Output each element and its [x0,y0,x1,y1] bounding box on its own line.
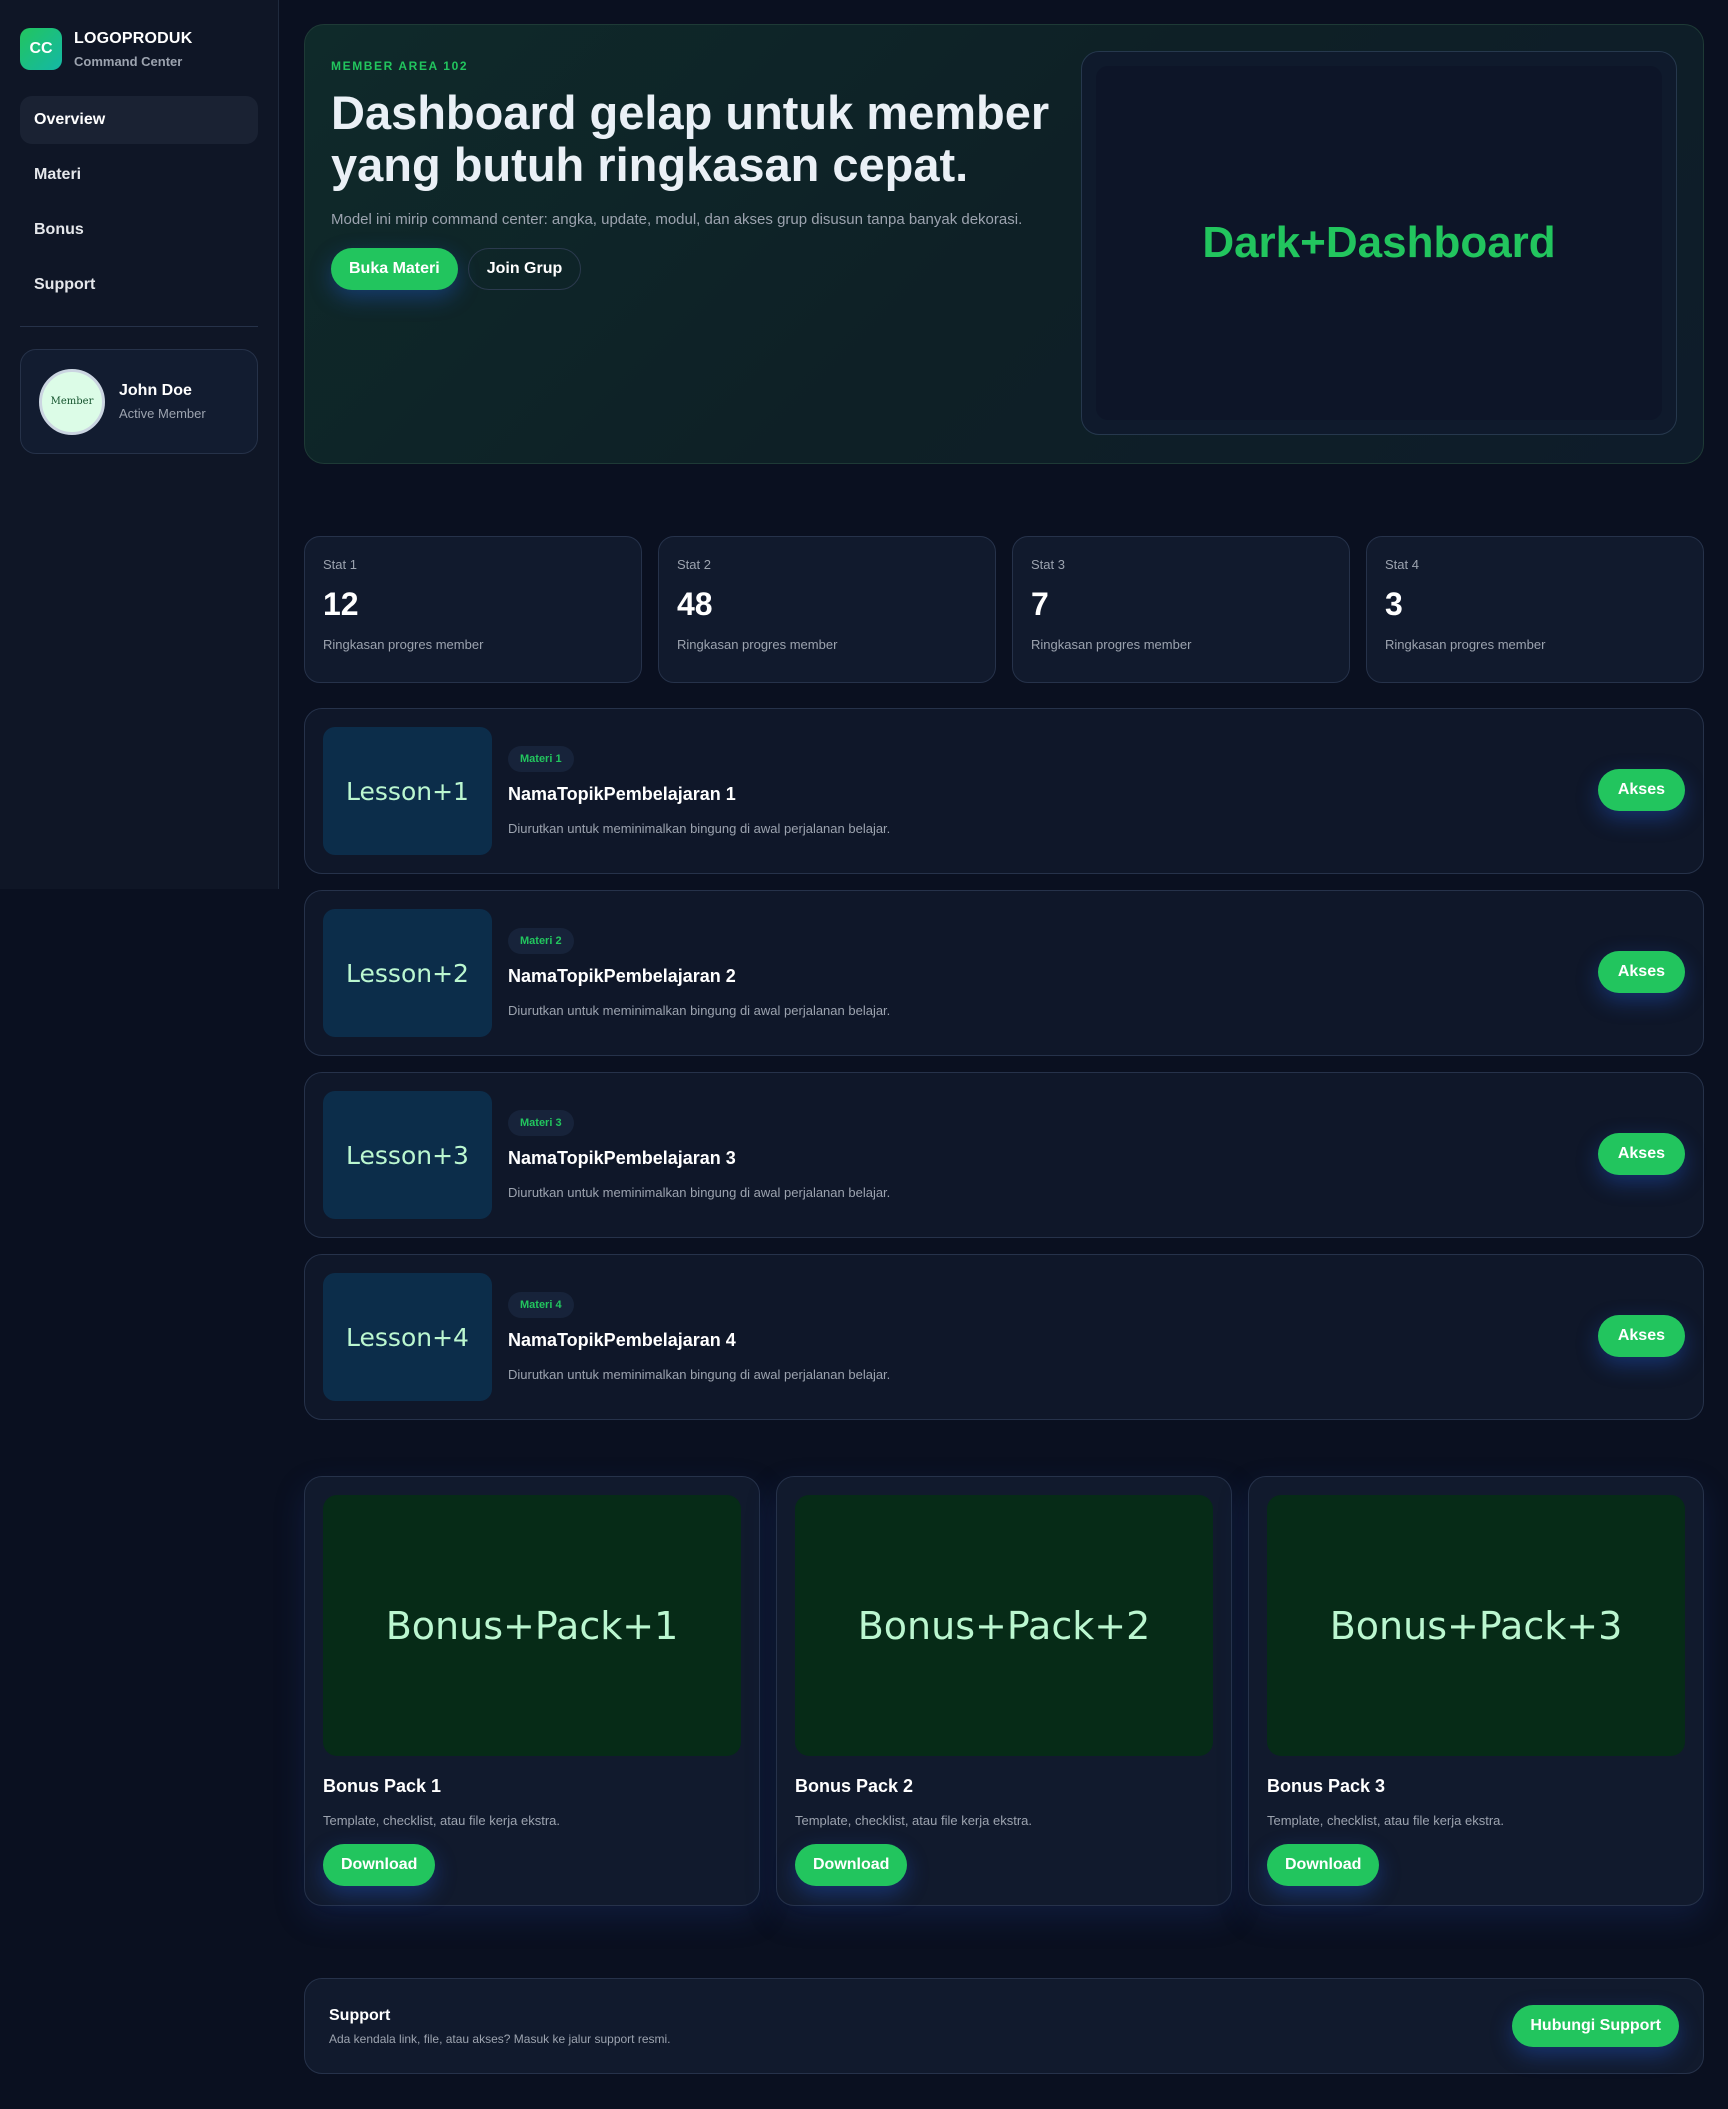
lesson-description: Diurutkan untuk meminimalkan bingung di … [508,1367,891,1382]
bonus-thumbnail: Bonus+Pack+1 [323,1495,741,1756]
open-materials-button[interactable]: Buka Materi [331,248,458,290]
stat-value: 48 [677,586,713,622]
bonus-card: Bonus+Pack+2 Bonus Pack 2 Template, chec… [776,1476,1232,1906]
profile-role: Active Member [119,406,206,421]
bonus-card: Bonus+Pack+1 Bonus Pack 1 Template, chec… [304,1476,760,1906]
bonus-title: Bonus Pack 3 [1267,1776,1386,1796]
lesson-title: NamaTopikPembelajaran 4 [508,1330,736,1350]
sidebar-divider [20,326,258,327]
lesson-card: Lesson+3 Materi 3 NamaTopikPembelajaran … [304,1072,1704,1238]
join-group-button[interactable]: Join Grup [467,248,582,290]
access-lesson-button[interactable]: Akses [1597,1133,1685,1175]
lesson-tag: Materi 2 [508,928,574,954]
page-title: Dashboard gelap untuk member yang butuh … [331,86,1050,191]
stat-value: 12 [323,586,359,622]
lessons-list: Lesson+1 Materi 1 NamaTopikPembelajaran … [304,708,1704,1420]
stat-card: Stat 3 7 Ringkasan progres member [1012,536,1350,683]
hero-section: MEMBER AREA 102 Dashboard gelap untuk me… [304,24,1704,464]
support-card: Support Ada kendala link, file, atau aks… [304,1978,1704,2074]
download-button[interactable]: Download [795,1844,908,1886]
bonus-title: Bonus Pack 2 [795,1776,914,1796]
bonus-description: Template, checklist, atau file kerja eks… [795,1813,1032,1828]
stats-row: Stat 1 12 Ringkasan progres member Stat … [304,536,1704,683]
sidebar-item-support[interactable]: Support [20,261,258,309]
brand[interactable]: CC LOGOPRODUK Command Center [20,28,258,70]
lesson-title: NamaTopikPembelajaran 2 [508,966,736,986]
stat-value: 3 [1385,586,1403,622]
bonus-grid: Bonus+Pack+1 Bonus Pack 1 Template, chec… [304,1476,1704,1906]
stat-label: Stat 3 [1031,557,1065,572]
profile-name: John Doe [119,382,192,399]
avatar: Member [39,368,105,435]
lesson-thumbnail: Lesson+4 [323,1273,492,1401]
download-button[interactable]: Download [323,1844,436,1886]
stat-label: Stat 2 [677,557,711,572]
bonus-description: Template, checklist, atau file kerja eks… [323,1813,560,1828]
lesson-title: NamaTopikPembelajaran 3 [508,1148,736,1168]
lesson-description: Diurutkan untuk meminimalkan bingung di … [508,821,891,836]
download-button[interactable]: Download [1267,1844,1380,1886]
stat-card: Stat 4 3 Ringkasan progres member [1366,536,1704,683]
access-lesson-button[interactable]: Akses [1597,951,1685,993]
stat-card: Stat 1 12 Ringkasan progres member [304,536,642,683]
brand-subtitle: Command Center [74,53,183,69]
bonus-description: Template, checklist, atau file kerja eks… [1267,1813,1504,1828]
brand-name: LOGOPRODUK [74,29,193,47]
lesson-thumbnail: Lesson+1 [323,727,492,855]
lesson-card: Lesson+2 Materi 2 NamaTopikPembelajaran … [304,890,1704,1056]
sidebar-nav: Overview Materi Bonus Support [20,96,258,309]
lesson-description: Diurutkan untuk meminimalkan bingung di … [508,1003,891,1018]
stat-description: Ringkasan progres member [677,637,838,652]
main-content: MEMBER AREA 102 Dashboard gelap untuk me… [304,24,1704,2074]
bonus-card: Bonus+Pack+3 Bonus Pack 3 Template, chec… [1248,1476,1704,1906]
lesson-thumbnail: Lesson+3 [323,1091,492,1219]
stat-card: Stat 2 48 Ringkasan progres member [658,536,996,683]
support-title: Support [329,2006,391,2024]
bonus-title: Bonus Pack 1 [323,1776,442,1796]
bonus-thumbnail: Bonus+Pack+3 [1267,1495,1685,1756]
stat-label: Stat 1 [323,557,357,572]
sidebar-item-materi[interactable]: Materi [20,151,258,199]
lesson-tag: Materi 1 [508,746,574,772]
hero-panel-image: Dark+Dashboard [1096,66,1662,420]
access-lesson-button[interactable]: Akses [1597,769,1685,811]
bonus-thumbnail: Bonus+Pack+2 [795,1495,1213,1756]
hero-panel: Dark+Dashboard [1081,51,1677,435]
lesson-tag: Materi 3 [508,1110,574,1136]
sidebar-item-bonus[interactable]: Bonus [20,206,258,254]
stat-label: Stat 4 [1385,557,1419,572]
stat-value: 7 [1031,586,1049,622]
lesson-description: Diurutkan untuk meminimalkan bingung di … [508,1185,891,1200]
logo-badge: CC [20,28,62,70]
stat-description: Ringkasan progres member [1385,637,1546,652]
lesson-thumbnail: Lesson+2 [323,909,492,1037]
lesson-card: Lesson+4 Materi 4 NamaTopikPembelajaran … [304,1254,1704,1420]
lesson-tag: Materi 4 [508,1292,574,1318]
sidebar-item-overview[interactable]: Overview [20,96,258,144]
lesson-title: NamaTopikPembelajaran 1 [508,784,736,804]
stat-description: Ringkasan progres member [1031,637,1192,652]
contact-support-button[interactable]: Hubungi Support [1512,2005,1679,2047]
hero-description: Model ini mirip command center: angka, u… [331,211,1023,228]
sidebar: CC LOGOPRODUK Command Center Overview Ma… [0,0,279,889]
lesson-card: Lesson+1 Materi 1 NamaTopikPembelajaran … [304,708,1704,874]
stat-description: Ringkasan progres member [323,637,484,652]
support-description: Ada kendala link, file, atau akses? Masu… [329,2031,671,2046]
profile-card[interactable]: Member John Doe Active Member [20,349,258,454]
access-lesson-button[interactable]: Akses [1597,1315,1685,1357]
